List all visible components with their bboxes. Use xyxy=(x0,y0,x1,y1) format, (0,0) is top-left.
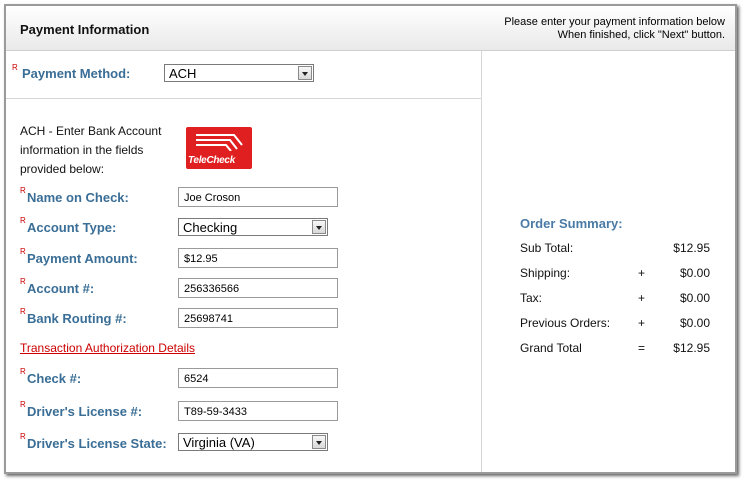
chevron-down-icon xyxy=(312,435,326,449)
transaction-authorization-link[interactable]: Transaction Authorization Details xyxy=(20,341,195,355)
instructions: Please enter your payment information be… xyxy=(504,16,725,42)
summary-row-amount: $0.00 xyxy=(679,291,710,305)
summary-row-label: Previous Orders: xyxy=(520,316,611,330)
summary-row-subtotal: Sub Total: $12.95 xyxy=(520,241,710,256)
chevron-down-icon xyxy=(312,220,326,234)
summary-row-amount: $12.95 xyxy=(673,241,710,255)
summary-row-operator: + xyxy=(638,266,646,280)
required-marker: R xyxy=(20,186,26,195)
summary-row-operator: + xyxy=(638,316,646,330)
drivers-license-state-select[interactable]: Virginia (VA) xyxy=(178,433,328,451)
summary-row-previous-orders: Previous Orders: + $0.00 xyxy=(520,316,710,331)
required-marker: R xyxy=(20,432,26,441)
account-type-label: Account Type: xyxy=(27,220,117,235)
summary-row-grand-total: Grand Total = $12.95 xyxy=(520,341,710,356)
account-type-value: Checking xyxy=(183,220,238,235)
name-on-check-input[interactable]: Joe Croson xyxy=(178,187,338,207)
drivers-license-state-value: Virginia (VA) xyxy=(183,435,255,450)
account-type-select[interactable]: Checking xyxy=(178,218,328,236)
section-divider xyxy=(6,98,481,99)
required-marker: R xyxy=(20,247,26,256)
account-number-label: Account #: xyxy=(27,281,95,296)
summary-row-amount: $0.00 xyxy=(679,316,710,330)
required-marker: R xyxy=(20,367,26,376)
summary-row-operator: = xyxy=(638,341,646,355)
instruction-line-2: When finished, click "Next" button. xyxy=(557,29,725,41)
payment-method-value: ACH xyxy=(169,66,197,81)
column-divider xyxy=(481,50,482,472)
telecheck-logo-text: TeleCheck xyxy=(188,155,235,166)
summary-row-amount: $0.00 xyxy=(679,266,710,280)
panel-header: Payment Information Please enter your pa… xyxy=(6,6,735,51)
chevron-down-icon xyxy=(298,66,312,80)
required-marker: R xyxy=(12,63,18,72)
summary-row-amount: $12.95 xyxy=(673,341,710,355)
summary-row-shipping: Shipping: + $0.00 xyxy=(520,266,710,281)
summary-row-operator: + xyxy=(638,291,646,305)
ach-instructions: ACH - Enter Bank Account information in … xyxy=(20,124,162,176)
summary-row-label: Shipping: xyxy=(520,266,571,280)
drivers-license-input[interactable]: T89-59-3433 xyxy=(178,401,338,421)
telecheck-logo: TeleCheck xyxy=(186,127,252,169)
required-marker: R xyxy=(20,277,26,286)
required-marker: R xyxy=(20,307,26,316)
check-number-label: Check #: xyxy=(27,371,82,386)
payment-panel: Payment Information Please enter your pa… xyxy=(4,4,737,474)
check-number-input[interactable]: 6524 xyxy=(178,368,338,388)
drivers-license-label: Driver's License #: xyxy=(27,404,143,419)
summary-row-label: Tax: xyxy=(520,291,543,305)
routing-number-label: Bank Routing #: xyxy=(27,311,127,326)
name-on-check-label: Name on Check: xyxy=(27,190,129,205)
page-title: Payment Information xyxy=(20,22,150,37)
order-summary-title: Order Summary: xyxy=(520,216,623,231)
payment-method-select[interactable]: ACH xyxy=(164,64,314,82)
payment-amount-label: Payment Amount: xyxy=(27,251,138,266)
summary-row-tax: Tax: + $0.00 xyxy=(520,291,710,306)
account-number-input[interactable]: 256336566 xyxy=(178,278,338,298)
summary-row-label: Grand Total xyxy=(520,341,582,355)
drivers-license-state-label: Driver's License State: xyxy=(27,436,167,451)
payment-amount-input[interactable]: $12.95 xyxy=(178,248,338,268)
required-marker: R xyxy=(20,216,26,225)
payment-method-label: Payment Method: xyxy=(22,66,131,81)
telecheck-stripes-icon xyxy=(196,134,243,151)
routing-number-input[interactable]: 25698741 xyxy=(178,308,338,328)
instruction-line-1: Please enter your payment information be… xyxy=(504,16,725,28)
summary-row-label: Sub Total: xyxy=(520,241,574,255)
required-marker: R xyxy=(20,400,26,409)
